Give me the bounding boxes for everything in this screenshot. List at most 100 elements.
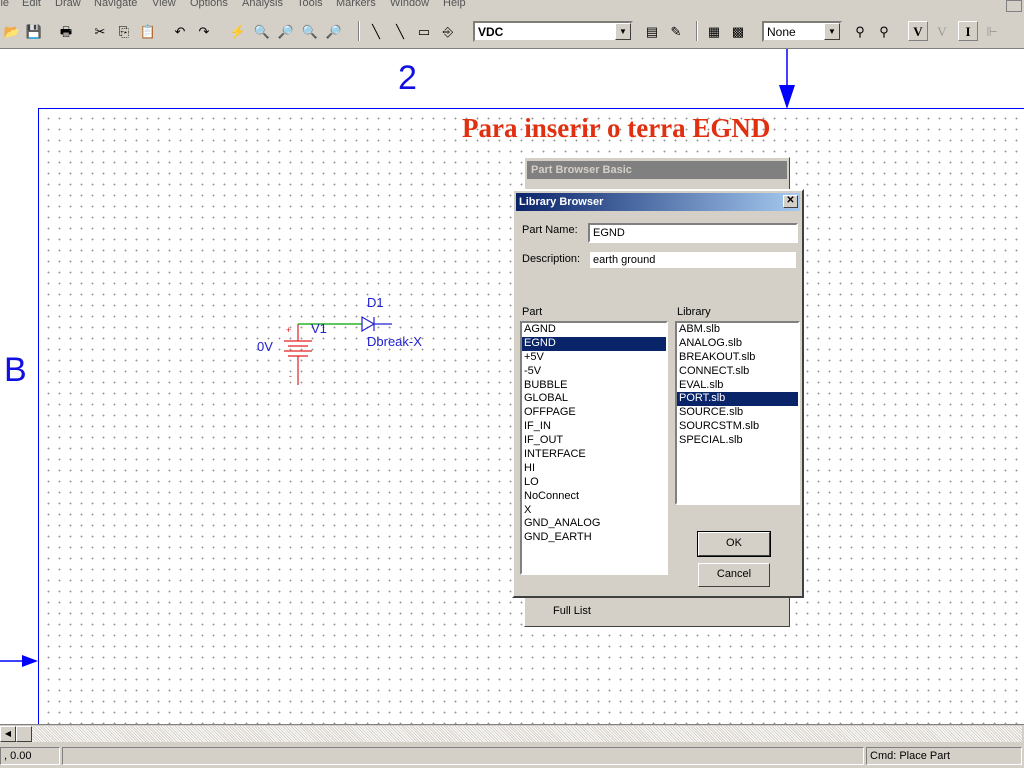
window-control-button[interactable] [1006, 0, 1022, 12]
list-item[interactable]: SPECIAL.slb [677, 434, 798, 448]
menu-help[interactable]: Help [443, 0, 466, 9]
list-item[interactable]: BUBBLE [522, 379, 666, 393]
toolbar: 📂 💾 🖶 ✂ ⎘ 📋 ↶ ↷ ⚡ 🔍 🔎 🔍 🔎 ╲ ╲ ▭ ⎆ VDC ▼ … [0, 12, 1024, 49]
menu-analysis[interactable]: Analysis [242, 0, 283, 9]
setup-analysis-icon[interactable]: ▦ [704, 21, 724, 41]
analysis-setup-combo[interactable]: VDC ▼ [473, 21, 633, 42]
close-icon[interactable]: ✕ [783, 195, 798, 208]
copy-icon[interactable]: ⎘ [114, 21, 134, 41]
command-readout: Cmd: Place Part [866, 747, 1022, 765]
zoom-out-icon[interactable]: 🔎 [276, 21, 296, 41]
arrow-down-icon [779, 49, 795, 109]
redo-icon[interactable]: ↷ [194, 21, 214, 41]
list-item-selected[interactable]: EGND [522, 336, 666, 351]
full-list-label: Full List [553, 605, 591, 617]
paste-icon[interactable]: 📋 [138, 21, 158, 41]
list-item[interactable]: -5V [522, 365, 666, 379]
menu-tools[interactable]: Tools [297, 0, 323, 9]
list-item[interactable]: HI [522, 462, 666, 476]
list-item[interactable]: OFFPAGE [522, 406, 666, 420]
open-icon[interactable]: 📂 [2, 21, 22, 41]
description-value: earth ground [588, 250, 798, 270]
list-item[interactable]: GND_ANALOG [522, 517, 666, 531]
edit-attributes-icon[interactable]: ▤ [642, 21, 662, 41]
save-icon[interactable]: 💾 [24, 21, 44, 41]
list-item[interactable]: IF_OUT [522, 434, 666, 448]
menu-options[interactable]: Options [190, 0, 228, 9]
chevron-down-icon[interactable]: ▼ [615, 23, 631, 40]
list-item[interactable]: X [522, 504, 666, 518]
diode-symbol[interactable] [361, 315, 376, 333]
part-list-header: Part [522, 306, 543, 318]
zoom-fit-icon[interactable]: 🔎 [324, 21, 344, 41]
probe-part-icon[interactable]: ⚲ [874, 21, 894, 41]
status-bar: , 0.00 Cmd: Place Part [0, 744, 1024, 768]
ok-button[interactable]: OK [697, 531, 771, 557]
list-item[interactable]: AGND [522, 323, 666, 337]
undo-icon[interactable]: ↶ [170, 21, 190, 41]
edit-symbol-icon[interactable]: ✎ [666, 21, 686, 41]
library-list[interactable]: ABM.slb ANALOG.slb BREAKOUT.slb CONNECT.… [675, 321, 800, 505]
list-item[interactable]: LO [522, 476, 666, 490]
cancel-button[interactable]: Cancel [698, 563, 770, 587]
list-item[interactable]: ANALOG.slb [677, 337, 798, 351]
scroll-thumb[interactable] [16, 726, 32, 742]
source-name-label: V1 [311, 321, 327, 336]
list-item[interactable]: ABM.slb [677, 323, 798, 337]
current-marker-button[interactable]: I [958, 21, 978, 41]
cut-icon[interactable]: ✂ [90, 21, 110, 41]
part-browser-basic-title: Part Browser Basic [527, 161, 787, 179]
simulate-icon[interactable]: ▩ [728, 21, 748, 41]
full-list-button[interactable]: Full List [525, 596, 789, 627]
list-item[interactable]: SOURCE.slb [677, 406, 798, 420]
menu-view[interactable]: View [152, 0, 176, 9]
menu-file[interactable]: ile [0, 0, 9, 9]
part-list[interactable]: AGND EGND +5V -5V BUBBLE GLOBAL OFFPAGE … [520, 321, 668, 575]
probe-icon[interactable]: ⚲ [850, 21, 870, 41]
chevron-down-icon[interactable]: ▼ [824, 23, 840, 40]
list-item-selected[interactable]: PORT.slb [677, 392, 798, 407]
menu-draw[interactable]: Draw [55, 0, 81, 9]
draw-block-icon[interactable]: ▭ [414, 21, 434, 41]
print-icon[interactable]: 🖶 [56, 21, 76, 41]
scroll-track[interactable] [32, 726, 1022, 742]
scroll-left-icon[interactable]: ◀ [0, 726, 16, 742]
horizontal-scrollbar[interactable]: ◀ [0, 724, 1024, 744]
list-item[interactable]: GND_EARTH [522, 531, 666, 545]
list-item[interactable]: INTERFACE [522, 448, 666, 462]
draw-wire-icon[interactable]: ╲ [366, 21, 386, 41]
menu-edit[interactable]: Edit [22, 0, 41, 9]
menu-markers[interactable]: Markers [336, 0, 376, 9]
list-item[interactable]: SOURCSTM.slb [677, 420, 798, 434]
annotation-caption: Para inserir o terra EGND [462, 113, 771, 143]
redraw-icon[interactable]: ⚡ [228, 21, 248, 41]
list-item[interactable]: IF_IN [522, 420, 666, 434]
coordinates-readout: , 0.00 [0, 747, 60, 765]
list-item[interactable]: CONNECT.slb [677, 365, 798, 379]
library-browser-titlebar[interactable]: Library Browser ✕ [516, 193, 800, 211]
zoom-area-icon[interactable]: 🔍 [300, 21, 320, 41]
list-item[interactable]: GLOBAL [522, 392, 666, 406]
list-item[interactable]: +5V [522, 351, 666, 365]
list-item[interactable]: EVAL.slb [677, 379, 798, 393]
enable-bias-icon[interactable]: ⊩ [982, 21, 1002, 41]
source-value-label: 0V [257, 339, 273, 354]
menu-bar: ile Edit Draw Navigate View Options Anal… [0, 0, 1024, 12]
voltage-marker-button[interactable]: V [908, 21, 928, 41]
toolbar-separator [358, 21, 360, 41]
list-item[interactable]: NoConnect [522, 490, 666, 504]
part-name-input[interactable]: EGND [588, 223, 798, 243]
list-item[interactable]: BREAKOUT.slb [677, 351, 798, 365]
menu-navigate[interactable]: Navigate [94, 0, 137, 9]
description-label: Description: [522, 253, 581, 265]
voltage-diff-marker-icon[interactable]: V [932, 21, 952, 41]
menu-window[interactable]: Window [390, 0, 429, 9]
draw-bus-icon[interactable]: ╲ [390, 21, 410, 41]
source-plus-sign: + [286, 325, 292, 335]
library-browser-dialog[interactable]: Library Browser ✕ Part Name: EGND Descri… [512, 189, 804, 598]
status-message-pane [62, 747, 864, 765]
part-name-label: Part Name: [522, 224, 578, 236]
zoom-in-icon[interactable]: 🔍 [252, 21, 272, 41]
marker-combo[interactable]: None ▼ [762, 21, 842, 42]
get-new-part-icon[interactable]: ⎆ [438, 21, 458, 41]
